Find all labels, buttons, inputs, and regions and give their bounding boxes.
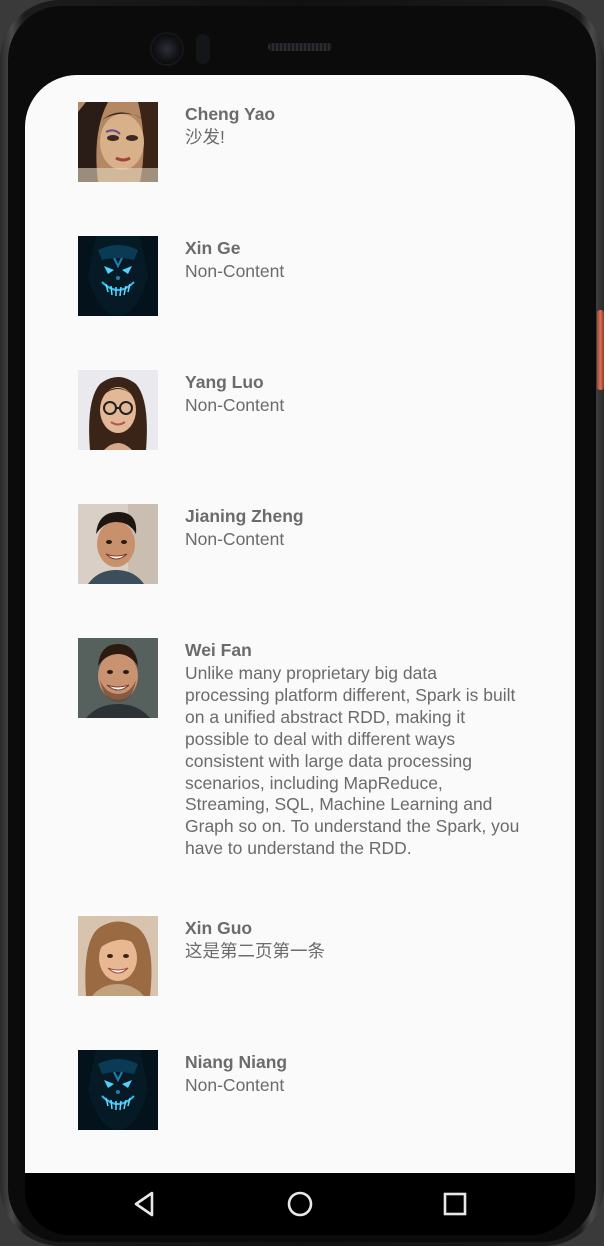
woman-glasses-avatar <box>78 370 158 450</box>
recents-square-icon[interactable] <box>438 1187 472 1221</box>
contact-list-screen[interactable]: Cheng Yao 沙发! Xin Ge Non-Content Yang Lu… <box>25 75 575 1173</box>
contact-name: Xin Ge <box>185 238 241 258</box>
message-preview: 这是第二页第一条 <box>185 941 325 961</box>
list-item-text: Yang Luo Non-Content <box>185 370 520 417</box>
phone-device-frame: Cheng Yao 沙发! Xin Ge Non-Content Yang Lu… <box>0 0 604 1246</box>
neon-mask-avatar <box>78 236 158 316</box>
bearded-man-avatar <box>78 638 158 718</box>
avatar <box>78 102 158 182</box>
back-triangle-icon[interactable] <box>128 1187 162 1221</box>
earpiece-speaker <box>268 43 332 51</box>
neon-mask-avatar <box>78 1050 158 1130</box>
contact-name: Niang Niang <box>185 1052 288 1072</box>
avatar <box>78 916 158 996</box>
system-navigation-bar <box>25 1173 575 1235</box>
message-preview: Non-Content <box>185 261 285 281</box>
smiling-man-avatar <box>78 504 158 584</box>
list-item-text: Cheng Yao 沙发! <box>185 102 520 149</box>
avatar <box>78 1050 158 1130</box>
woman-face-avatar <box>78 102 158 182</box>
contact-name: Wei Fan <box>185 640 252 660</box>
message-preview: Non-Content <box>185 395 285 415</box>
home-circle-icon[interactable] <box>283 1187 317 1221</box>
list-item-text: Xin Guo 这是第二页第一条 <box>185 916 520 963</box>
front-camera <box>152 34 182 64</box>
smiling-woman-avatar <box>78 916 158 996</box>
power-button[interactable] <box>597 310 604 390</box>
contact-name: Cheng Yao <box>185 104 276 124</box>
avatar <box>78 236 158 316</box>
contact-name: Jianing Zheng <box>185 506 304 526</box>
list-item-text: Wei Fan Unlike many proprietary big data… <box>185 638 520 860</box>
avatar <box>78 370 158 450</box>
list-item-text: Niang Niang Non-Content <box>185 1050 520 1097</box>
proximity-sensor <box>196 34 210 64</box>
contact-name: Xin Guo <box>185 918 253 938</box>
avatar <box>78 638 158 718</box>
list-item-text: Jianing Zheng Non-Content <box>185 504 520 551</box>
avatar <box>78 504 158 584</box>
message-preview: Unlike many proprietary big data process… <box>185 663 520 859</box>
contact-name: Yang Luo <box>185 372 264 392</box>
message-preview: Non-Content <box>185 529 285 549</box>
message-preview: 沙发! <box>185 127 225 147</box>
message-preview: Non-Content <box>185 1075 285 1095</box>
list-item-text: Xin Ge Non-Content <box>185 236 520 283</box>
